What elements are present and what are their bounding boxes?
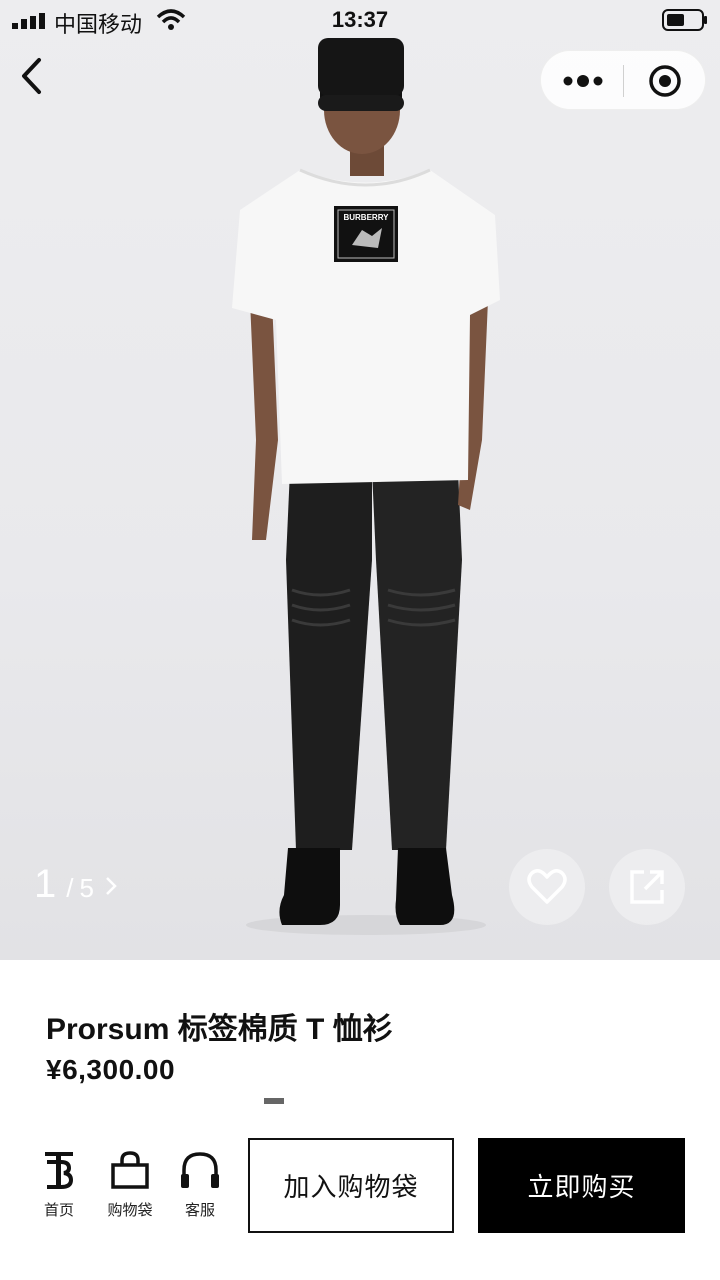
target-icon [649, 65, 681, 97]
more-button[interactable] [541, 51, 623, 111]
total-images: 5 [79, 873, 94, 903]
tab-home[interactable]: 首页 [27, 1150, 91, 1220]
add-to-bag-button[interactable]: 加入购物袋 [248, 1138, 454, 1233]
product-price: ¥6,300.00 [46, 1054, 176, 1085]
current-image-index: 1 [34, 862, 57, 906]
product-title: Prorsum 标签棉质 T 恤衫 [46, 1013, 393, 1046]
clock: 13:37 [331, 7, 389, 32]
tb-logo-icon [45, 1152, 74, 1189]
buy-now-button[interactable]: 立即购买 [478, 1138, 685, 1233]
back-button[interactable] [14, 56, 54, 96]
product-image-gallery[interactable]: BURBERRY [0, 0, 720, 960]
svg-text:BURBERRY: BURBERRY [343, 213, 389, 222]
bag-icon [111, 1151, 149, 1189]
chevron-right-icon [106, 877, 117, 895]
tab-customer-service[interactable]: 客服 [168, 1150, 232, 1220]
tab-bag-label: 购物袋 [107, 1202, 153, 1219]
counter-separator: / [66, 873, 74, 903]
product-photo: BURBERRY [232, 38, 500, 935]
tab-home-label: 首页 [43, 1202, 74, 1219]
back-icon [22, 58, 41, 94]
close-mini-program-button[interactable] [624, 51, 706, 111]
battery-icon [662, 9, 707, 31]
tab-bag[interactable]: 购物袋 [98, 1150, 162, 1220]
favorite-button[interactable] [509, 849, 585, 925]
image-counter[interactable]: 1 / 5 [34, 862, 118, 907]
status-bar: 中国移动 13:37 [0, 0, 720, 40]
more-icon [563, 75, 603, 87]
headset-icon [181, 1152, 219, 1188]
share-button[interactable] [609, 849, 685, 925]
mini-program-capsule [540, 50, 706, 110]
heart-icon [527, 869, 567, 904]
tab-service-label: 客服 [184, 1202, 215, 1219]
scroll-indicator [264, 1098, 284, 1104]
share-icon [630, 870, 664, 904]
